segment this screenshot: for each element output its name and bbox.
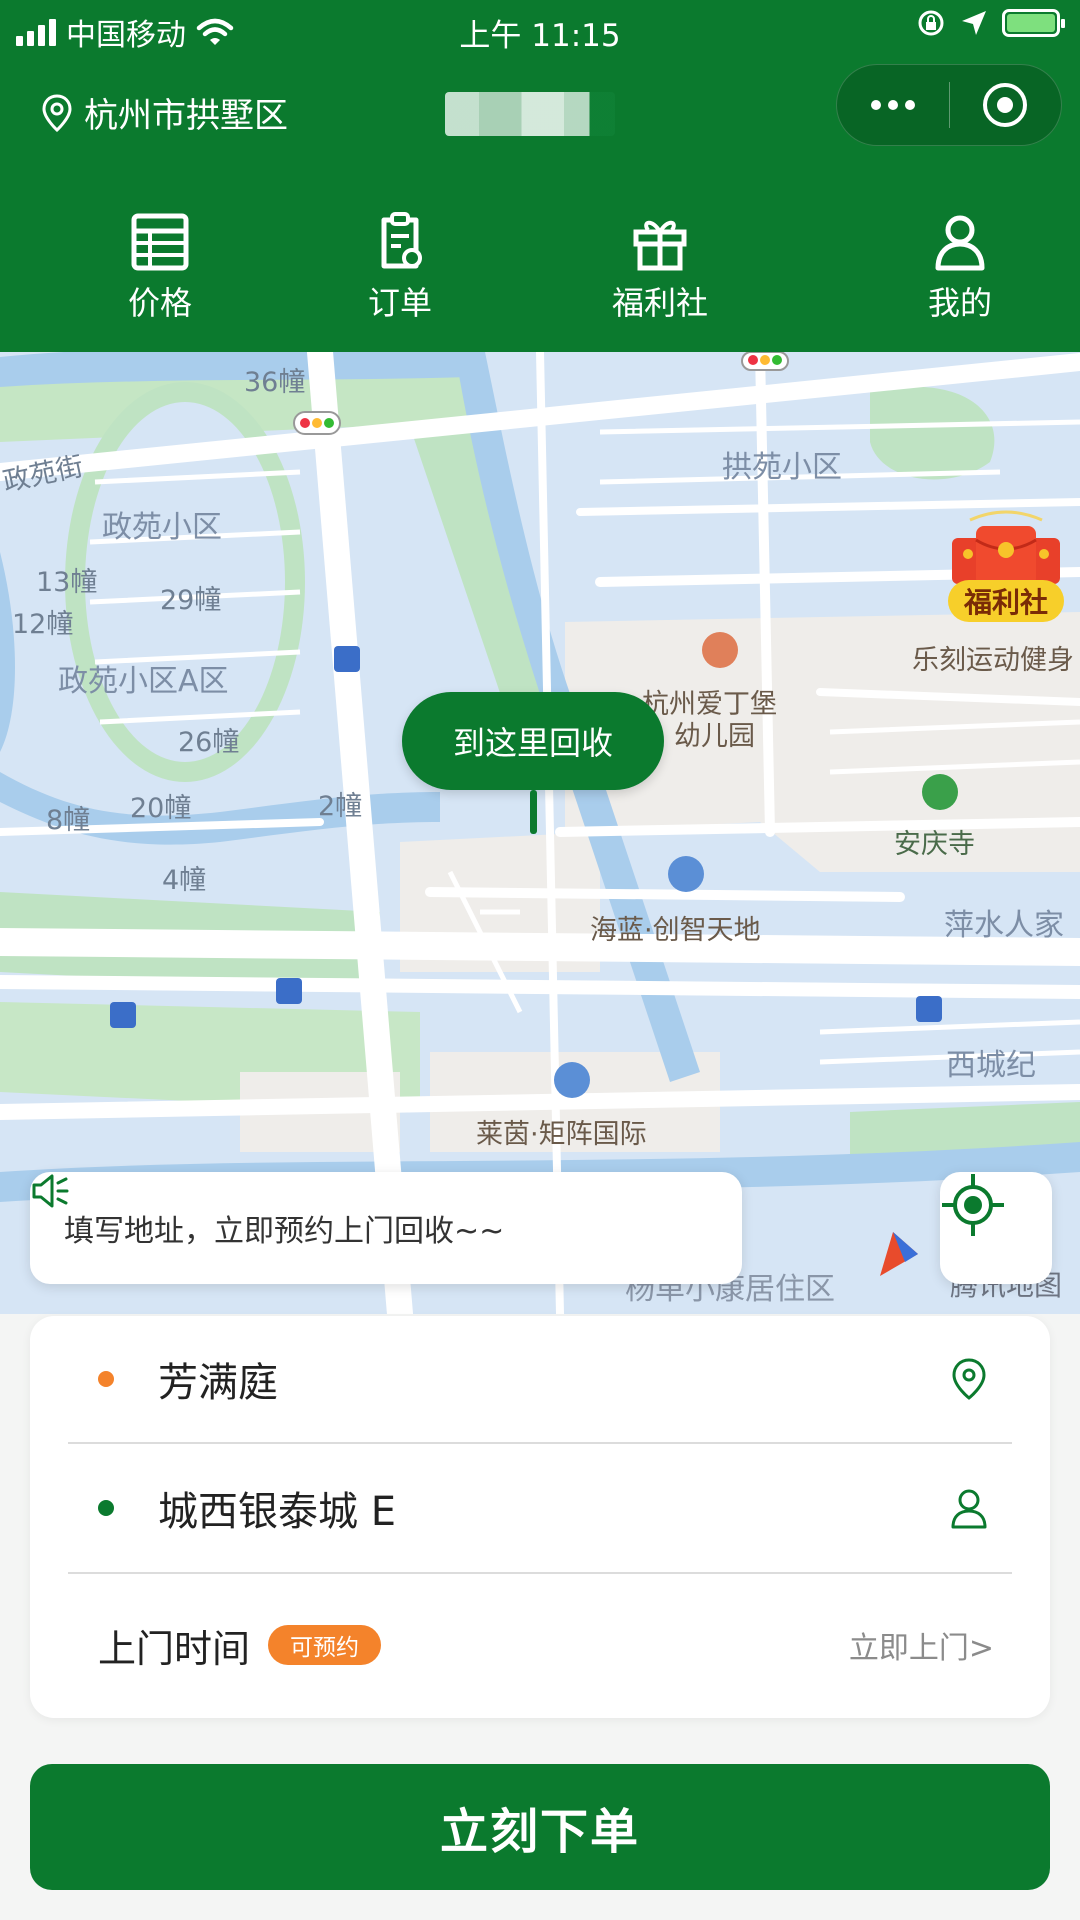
location-text: 杭州市拱墅区 (84, 96, 288, 136)
nav-label-mine: 我的 (927, 284, 992, 322)
pickup-address-text: 芳满庭 (158, 1360, 278, 1406)
map-label-xicheng: 西城纪 (946, 1048, 1036, 1083)
status-bar: 中国移动 上午 11:15 (0, 0, 1080, 56)
map-label-b36: 36幢 (244, 367, 306, 398)
welfare-badge-label: 福利社 (948, 580, 1064, 622)
locate-me-button[interactable] (940, 1172, 1052, 1284)
nav-label-price: 价格 (127, 284, 192, 322)
recycle-here-callout[interactable]: 到这里回收 (402, 692, 664, 790)
contact-dot-icon (98, 1500, 114, 1516)
map-label-b29: 29幢 (160, 585, 222, 616)
map-label-gongyuan: 拱苑小区 (722, 450, 842, 485)
status-right (916, 8, 1065, 38)
map-label-anqing: 安庆寺 (894, 829, 975, 860)
map-label-b12: 12幢 (12, 609, 74, 640)
rotation-lock-icon (918, 10, 944, 36)
crosshair-locate-icon (942, 1174, 1004, 1236)
address-notice-bar[interactable]: 填写地址，立即预约上门回收~~ (30, 1172, 742, 1284)
map-label-b8: 8幢 (46, 805, 91, 836)
location-arrow-icon (962, 11, 986, 35)
battery-icon (1002, 9, 1065, 37)
map-label-hailan: 海蓝·创智天地 (590, 915, 761, 946)
pickup-time-value[interactable]: 立即上门> (849, 1623, 994, 1667)
map-label-b20: 20幢 (130, 793, 192, 824)
map-label-b26: 26幢 (178, 727, 240, 758)
profile-icon (935, 215, 985, 271)
contact-row[interactable]: 城西银泰城 E (68, 1444, 1012, 1574)
app-header: 中国移动 上午 11:15 杭州市拱墅区 价格 订单 福利社 我的 (0, 0, 1080, 352)
nav-item-welfare[interactable]: 福利社 (480, 210, 840, 324)
address-pin-icon (952, 1358, 986, 1400)
blurred-title (445, 92, 615, 136)
nav-item-mine[interactable]: 我的 (840, 210, 1080, 324)
nav-item-orders[interactable]: 订单 (320, 210, 480, 324)
close-miniprogram-button[interactable] (950, 65, 1062, 145)
order-clipboard-icon (381, 212, 422, 269)
nav-item-price[interactable]: 价格 (0, 210, 320, 324)
pickup-time-label: 上门时间 (98, 1626, 251, 1671)
price-list-icon (131, 213, 189, 271)
map-label-zhengyuan-a: 政苑小区A区 (58, 664, 229, 699)
close-target-icon (983, 83, 1028, 127)
map-label-fitness: 乐刻运动健身 (912, 645, 1074, 676)
pickup-dot-icon (98, 1371, 114, 1387)
welfare-floating-button[interactable]: 福利社 (940, 500, 1072, 624)
notice-text: 填写地址，立即预约上门回收~~ (64, 1214, 505, 1249)
contact-person-icon (951, 1489, 987, 1529)
more-button[interactable] (837, 65, 949, 145)
map-view[interactable]: 36幢 政苑街 政苑小区 13幢 29幢 12幢 政苑小区A区 26幢 20幢 … (0, 352, 1080, 1314)
order-form-card: 芳满庭 城西银泰城 E 上门时间 可预约 立即上门> (30, 1316, 1050, 1718)
map-label-b2: 2幢 (318, 791, 363, 822)
nav-label-orders: 订单 (367, 284, 432, 322)
red-envelope-icon (952, 510, 1060, 586)
top-nav: 价格 订单 福利社 我的 (0, 210, 1080, 324)
current-location[interactable]: 杭州市拱墅区 (40, 88, 288, 137)
pickup-time-row[interactable]: 上门时间 可预约 立即上门> (68, 1574, 1012, 1716)
location-pin-icon (42, 93, 72, 132)
gift-icon (633, 220, 687, 271)
place-order-button[interactable]: 立刻下单 (30, 1764, 1050, 1890)
map-label-b13: 13幢 (36, 567, 98, 598)
pickup-address-row[interactable]: 芳满庭 (68, 1316, 1012, 1444)
map-label-b4: 4幢 (162, 865, 207, 896)
map-label-pingshui: 萍水人家 (944, 908, 1064, 943)
bookable-badge: 可预约 (268, 1625, 382, 1665)
speaker-icon (32, 1174, 69, 1208)
map-label-kindergarten-2: 幼儿园 (674, 721, 755, 752)
map-label-laiyin: 莱茵·矩阵国际 (476, 1119, 647, 1150)
miniprogram-capsule (836, 64, 1062, 146)
more-dots-icon (870, 100, 915, 110)
nav-label-welfare: 福利社 (611, 284, 708, 322)
map-pin-stem (530, 790, 537, 834)
contact-text: 城西银泰城 E (158, 1489, 396, 1535)
map-label-zhengyuan: 政苑小区 (102, 510, 222, 545)
